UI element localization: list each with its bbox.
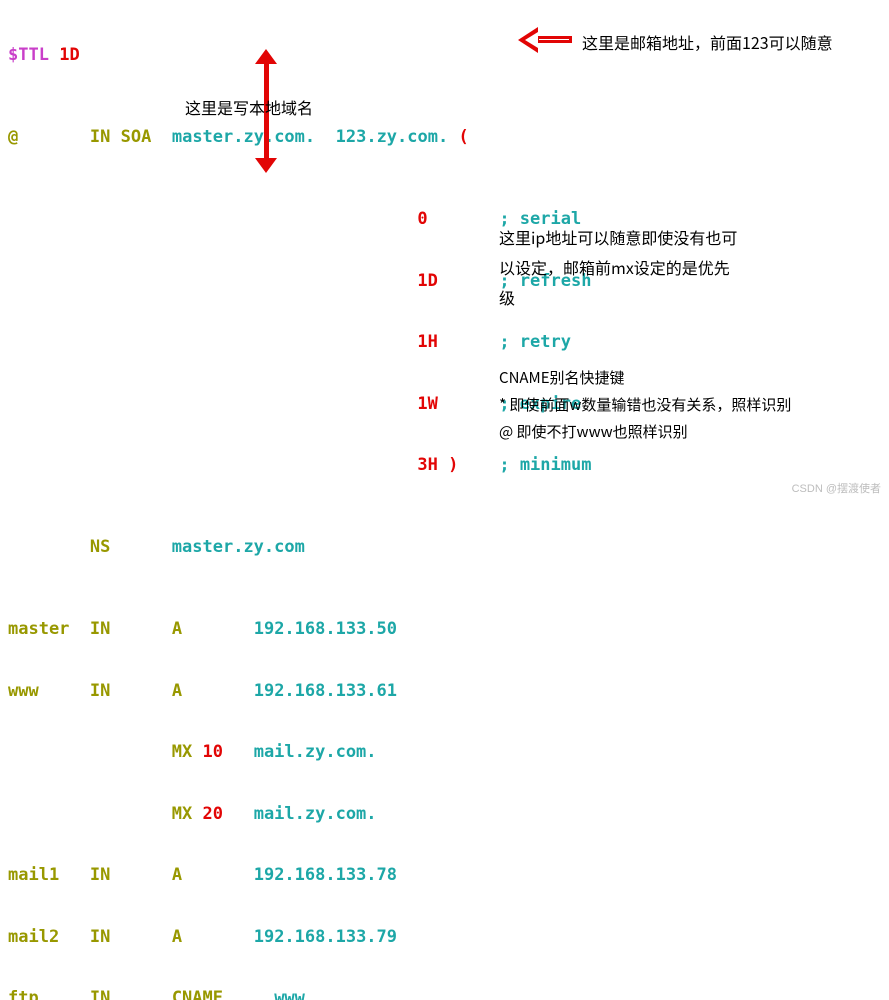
table-row: www IN A 192.168.133.61: [8, 681, 591, 702]
soa-open-paren: (: [458, 127, 468, 147]
soa-email: 123.zy.com.: [336, 127, 449, 147]
ttl-value: 1D: [59, 45, 79, 65]
ttl-directive: $TTL: [8, 45, 49, 65]
soa-minimum-comment: ; minimum: [499, 455, 591, 475]
rec-class: IN: [90, 681, 110, 701]
annotation-cname-l1: CNAME别名快捷键: [499, 364, 791, 391]
rec-value: 192.168.133.50: [254, 619, 397, 639]
soa-master: master.zy.com.: [172, 127, 315, 147]
rec-type: MX: [172, 742, 192, 762]
rec-value: www: [274, 988, 305, 1000]
rec-class: IN: [90, 865, 110, 885]
table-row: mail2 IN A 192.168.133.79: [8, 927, 591, 948]
soa-in: IN: [90, 127, 110, 147]
ns-line: NS master.zy.com: [8, 537, 591, 558]
table-row: master IN A 192.168.133.50: [8, 619, 591, 640]
rec-type: A: [172, 681, 182, 701]
ns-value: master.zy.com: [172, 537, 305, 557]
ns-type: NS: [90, 537, 110, 557]
annotation-ip-l2: 以设定，邮箱前mx设定的是优先: [499, 252, 737, 282]
soa-keyword: SOA: [121, 127, 152, 147]
soa-refresh: 1D: [417, 271, 437, 291]
annotation-cname-l2: * 即使前面w数量输错也没有关系，照样识别: [499, 391, 791, 418]
rec-name: mail2: [8, 927, 59, 947]
soa-at: @: [8, 127, 18, 147]
rec-type: A: [172, 865, 182, 885]
table-row: MX 20 mail.zy.com.: [8, 804, 591, 825]
annotation-ip-l1: 这里ip地址可以随意即使没有也可: [499, 222, 737, 252]
annotation-local-domain: 这里是写本地域名: [185, 95, 313, 119]
soa-retry-comment: ; retry: [499, 332, 571, 352]
soa-line: @ IN SOA master.zy.com. 123.zy.com. (: [8, 127, 591, 148]
rec-class: IN: [90, 988, 110, 1000]
table-row: ftp IN CNAME www: [8, 988, 591, 1000]
rec-priority: 20: [203, 804, 223, 824]
annotation-ip: 这里ip地址可以随意即使没有也可 以设定，邮箱前mx设定的是优先 级: [499, 222, 737, 312]
rec-value: mail.zy.com.: [254, 742, 377, 762]
soa-retry: 1H: [417, 332, 437, 352]
rec-name: ftp: [8, 988, 39, 1000]
footer-credit: CSDN @摆渡使者: [792, 480, 881, 496]
annotation-cname-l3: @ 即使不打www也照样识别: [499, 418, 791, 445]
terminal-zone-file: $TTL 1D @ IN SOA master.zy.com. 123.zy.c…: [8, 4, 591, 1000]
rec-name: www: [8, 681, 39, 701]
ttl-line: $TTL 1D: [8, 45, 591, 66]
rec-value: 192.168.133.78: [254, 865, 397, 885]
table-row: mail1 IN A 192.168.133.78: [8, 865, 591, 886]
soa-minimum-line: 3H ) ; minimum: [8, 455, 591, 476]
rec-value: 192.168.133.61: [254, 681, 397, 701]
soa-close-paren: ): [448, 455, 458, 475]
rec-type: A: [172, 619, 182, 639]
annotation-ip-l3: 级: [499, 282, 737, 312]
rec-value: 192.168.133.79: [254, 927, 397, 947]
rec-name: mail1: [8, 865, 59, 885]
rec-value: mail.zy.com.: [254, 804, 377, 824]
soa-serial: 0: [417, 209, 427, 229]
rec-type: A: [172, 927, 182, 947]
annotation-cname: CNAME别名快捷键 * 即使前面w数量输错也没有关系，照样识别 @ 即使不打w…: [499, 364, 791, 445]
soa-retry-line: 1H ; retry: [8, 332, 591, 353]
rec-type: MX: [172, 804, 192, 824]
soa-expire: 1W: [417, 394, 437, 414]
annotation-email: 这里是邮箱地址，前面123可以随意: [582, 30, 833, 54]
rec-class: IN: [90, 619, 110, 639]
soa-minimum: 3H: [417, 455, 437, 475]
arrow-left-icon: [520, 30, 572, 50]
table-row: MX 10 mail.zy.com.: [8, 742, 591, 763]
rec-class: IN: [90, 927, 110, 947]
rec-type: CNAME: [172, 988, 223, 1000]
rec-name: master: [8, 619, 69, 639]
rec-priority: 10: [203, 742, 223, 762]
